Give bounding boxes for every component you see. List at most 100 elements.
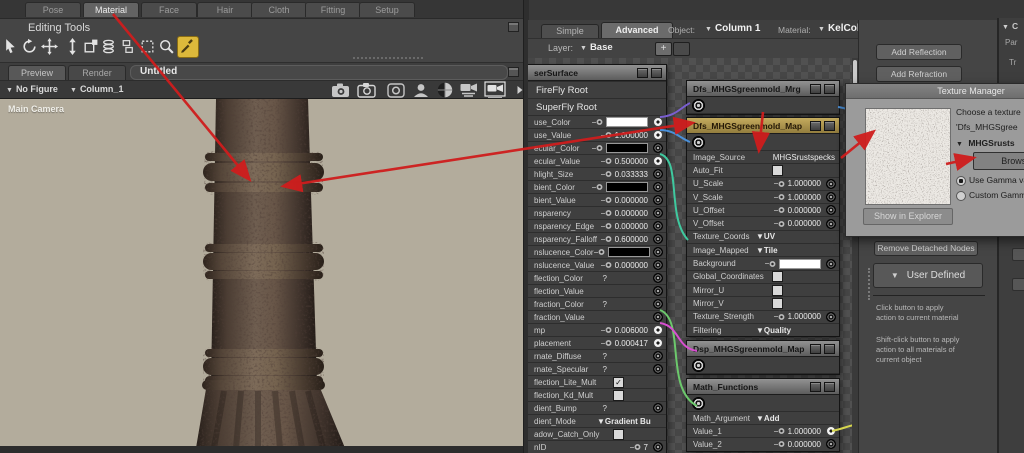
node-minimize-icon[interactable] [810, 121, 821, 131]
param-value[interactable]: 0.500000 [615, 157, 648, 166]
checkbox[interactable]: ✓ [613, 377, 624, 388]
tab-fitting[interactable]: Fitting [305, 2, 361, 17]
node-plug[interactable] [653, 208, 663, 218]
node-plug[interactable] [653, 195, 663, 205]
scale-tool-icon[interactable] [82, 38, 99, 55]
custom-gamma-radio[interactable] [956, 191, 966, 201]
dial-icon[interactable] [601, 261, 612, 269]
dial-icon[interactable] [601, 326, 612, 334]
color-swatch[interactable] [606, 182, 648, 192]
actor-dropdown[interactable]: ▼Column_1 [70, 84, 123, 94]
dial-icon[interactable] [592, 183, 603, 191]
user-defined-section-button[interactable]: ▼User Defined [873, 263, 983, 288]
collapse-icon[interactable] [508, 22, 519, 32]
node-plug[interactable] [826, 259, 836, 269]
side-dropdown[interactable]: ▼C [1002, 21, 1018, 31]
dial-icon[interactable] [774, 193, 785, 201]
dial-icon[interactable] [774, 427, 785, 435]
checkbox[interactable] [772, 285, 783, 296]
add-refraction-button[interactable]: Add Refraction [876, 66, 962, 82]
aperture-icon[interactable] [385, 81, 407, 99]
node-plug[interactable] [826, 439, 836, 449]
dial-icon[interactable] [601, 209, 612, 217]
menu-value[interactable]: ▼Tile [756, 246, 778, 255]
node-poser-surface[interactable]: serSurface FireFly RootSuperFly Rootuse_… [528, 64, 667, 453]
browse-button[interactable]: Browse... [973, 152, 1024, 170]
dial-icon[interactable] [601, 339, 612, 347]
param-value[interactable]: 0.000000 [788, 206, 821, 215]
node-output-plug[interactable] [692, 136, 705, 149]
menu-value[interactable]: ▼Add [756, 414, 779, 423]
node-options-icon[interactable] [651, 68, 662, 78]
head-camera-icon[interactable] [410, 81, 432, 99]
node-plug[interactable] [653, 273, 663, 283]
checkbox[interactable] [772, 271, 783, 282]
use-gamma-radio[interactable] [956, 176, 966, 186]
node-output-plug[interactable] [692, 397, 705, 410]
tab-material[interactable]: Material [83, 2, 139, 17]
node-plug[interactable] [653, 117, 663, 127]
param-value[interactable]: 1.000000 [788, 193, 821, 202]
unset-value[interactable]: ? [603, 404, 607, 413]
tab-hair[interactable]: Hair [197, 2, 253, 17]
tab-simple[interactable]: Simple [541, 24, 599, 38]
dial-icon[interactable] [601, 170, 612, 178]
menu-value[interactable]: ▼Quality [756, 326, 791, 335]
node-header-selected[interactable]: Dfs_MHGSgreenmold_Map [687, 118, 839, 134]
select-tool-icon[interactable] [3, 38, 20, 55]
chain-break-tool-icon[interactable] [119, 38, 136, 55]
param-value[interactable]: 0.000417 [615, 339, 648, 348]
node-plug[interactable] [826, 312, 836, 322]
dial-icon[interactable] [630, 443, 641, 451]
param-value[interactable]: 1.000000 [788, 427, 821, 436]
node-dsp-map[interactable]: Dsp_MHGSgreenmold_Map [686, 340, 840, 375]
tab-setup[interactable]: Setup [359, 2, 415, 17]
node-header[interactable]: Dsp_MHGSgreenmold_Map [687, 341, 839, 357]
tab-cloth[interactable]: Cloth [251, 2, 307, 17]
node-plug[interactable] [653, 364, 663, 374]
menu-value[interactable]: ▼Gradient Bu [597, 417, 651, 426]
add-layer-button[interactable]: + [655, 42, 672, 56]
dial-icon[interactable] [592, 118, 603, 126]
node-plug[interactable] [653, 299, 663, 309]
node-plug[interactable] [653, 260, 663, 270]
text-value[interactable]: MHGSrustspecks [773, 153, 835, 162]
node-plug[interactable] [653, 130, 663, 140]
dial-icon[interactable] [601, 196, 612, 204]
color-swatch[interactable] [779, 259, 821, 269]
param-value[interactable]: 0.600000 [615, 235, 648, 244]
param-value[interactable]: 7 [644, 443, 648, 452]
param-value[interactable]: 0.000000 [788, 219, 821, 228]
node-math-functions[interactable]: Math_Functions Math_Argument▼AddValue_11… [686, 378, 840, 452]
checkbox[interactable] [613, 429, 624, 440]
node-minimize-icon[interactable] [810, 84, 821, 94]
node-mrg[interactable]: Dfs_MHGSgreenmold_Mrg [686, 80, 840, 115]
shader-node-area[interactable]: serSurface FireFly RootSuperFly Rootuse_… [528, 58, 858, 453]
node-plug[interactable] [653, 247, 663, 257]
texture-dropdown[interactable]: ▼ MHGSrusts [956, 138, 1015, 148]
figure-dropdown[interactable]: ▼No Figure [6, 84, 58, 94]
node-plug[interactable] [653, 338, 663, 348]
param-value[interactable]: 0.033333 [615, 170, 648, 179]
node-plug[interactable] [653, 169, 663, 179]
dial-icon[interactable] [765, 260, 776, 268]
param-value[interactable]: 0.000000 [615, 261, 648, 270]
node-plug[interactable] [653, 143, 663, 153]
menu-value[interactable]: ▼UV [756, 232, 775, 241]
param-value[interactable]: 0.006000 [615, 326, 648, 335]
layer-dropdown[interactable]: ▼Base [580, 42, 613, 53]
node-output-plug[interactable] [692, 359, 705, 372]
dial-icon[interactable] [601, 222, 612, 230]
color-swatch[interactable] [608, 247, 650, 257]
dial-icon[interactable] [774, 440, 785, 448]
node-plug[interactable] [653, 325, 663, 335]
node-minimize-icon[interactable] [810, 344, 821, 354]
node-minimize-icon[interactable] [810, 382, 821, 392]
dial-icon[interactable] [601, 157, 612, 165]
node-options-icon[interactable] [824, 344, 835, 354]
color-picker-tool-icon[interactable] [177, 36, 199, 58]
node-minimize-icon[interactable] [637, 68, 648, 78]
show-in-explorer-button[interactable]: Show in Explorer [863, 208, 953, 225]
dial-icon[interactable] [774, 206, 785, 214]
param-value[interactable]: 0.000000 [615, 196, 648, 205]
